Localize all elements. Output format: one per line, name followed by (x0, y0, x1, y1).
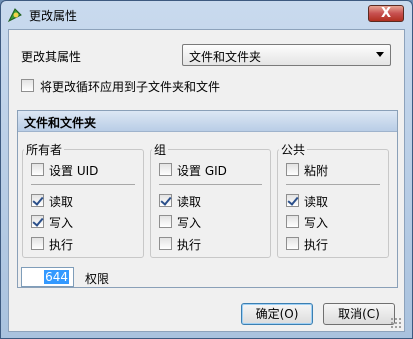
owner-write-label[interactable]: 写入 (49, 214, 73, 231)
owner-exec-checkbox[interactable] (31, 237, 44, 250)
resize-grip-icon[interactable] (390, 317, 402, 329)
group-write-checkbox[interactable] (159, 215, 172, 228)
public-separator (286, 184, 380, 185)
group-setgid-checkbox[interactable] (159, 163, 172, 176)
group-read-checkbox[interactable] (159, 194, 172, 207)
group-read-label[interactable]: 读取 (177, 193, 201, 210)
permissions-label: 权限 (85, 272, 110, 286)
owner-exec-label[interactable]: 执行 (49, 236, 73, 253)
ok-button[interactable]: 确定(O) (241, 303, 313, 325)
recursive-checkbox[interactable] (21, 79, 34, 92)
owner-read-label[interactable]: 读取 (49, 193, 73, 210)
window-title: 更改属性 (29, 9, 78, 23)
public-write-label[interactable]: 写入 (304, 214, 328, 231)
group-exec-checkbox[interactable] (159, 237, 172, 250)
chevron-down-icon[interactable] (376, 52, 384, 57)
group-exec-label[interactable]: 执行 (177, 236, 201, 253)
panel-header: 文件和文件夹 (18, 111, 397, 132)
group-group-title: 组 (152, 141, 169, 158)
public-sticky-checkbox[interactable] (286, 163, 299, 176)
owner-group-title: 所有者 (24, 141, 65, 158)
public-read-label[interactable]: 读取 (304, 193, 328, 210)
owner-write-checkbox[interactable] (31, 215, 44, 228)
title-bar[interactable]: 更改属性 X (1, 1, 412, 29)
owner-setuid-label[interactable]: 设置 UID (49, 162, 98, 179)
owner-setuid-checkbox[interactable] (31, 163, 44, 176)
dialog-window: 更改属性 X 更改其属性 文件和文件夹 将更改循环应用到子文件夹和文件 文件和文… (0, 0, 413, 339)
public-read-checkbox[interactable] (286, 194, 299, 207)
change-target-value: 文件和文件夹 (189, 50, 262, 64)
app-logo-icon (7, 8, 22, 23)
public-sticky-label[interactable]: 粘附 (304, 162, 328, 179)
panel-title: 文件和文件夹 (24, 116, 97, 130)
owner-read-checkbox[interactable] (31, 194, 44, 207)
recursive-label[interactable]: 将更改循环应用到子文件夹和文件 (40, 78, 220, 95)
change-label: 更改其属性 (21, 50, 82, 64)
public-exec-label[interactable]: 执行 (304, 236, 328, 253)
change-target-select[interactable]: 文件和文件夹 (182, 44, 391, 66)
public-group-title: 公共 (279, 141, 308, 158)
group-write-label[interactable]: 写入 (177, 214, 201, 231)
group-setgid-label[interactable]: 设置 GID (177, 162, 227, 179)
dialog-content: 更改其属性 文件和文件夹 将更改循环应用到子文件夹和文件 文件和文件夹 所有者 … (8, 29, 405, 332)
permissions-input[interactable]: 644 (21, 267, 74, 287)
public-write-checkbox[interactable] (286, 215, 299, 228)
cancel-button[interactable]: 取消(C) (323, 303, 395, 325)
permissions-panel: 文件和文件夹 所有者 设置 UID 读取 写入 执行 组 设置 GID 读取 写… (17, 110, 398, 288)
permissions-value[interactable]: 644 (44, 270, 69, 284)
public-exec-checkbox[interactable] (286, 237, 299, 250)
owner-separator (31, 184, 135, 185)
close-button[interactable]: X (368, 5, 404, 22)
group-separator (159, 184, 262, 185)
